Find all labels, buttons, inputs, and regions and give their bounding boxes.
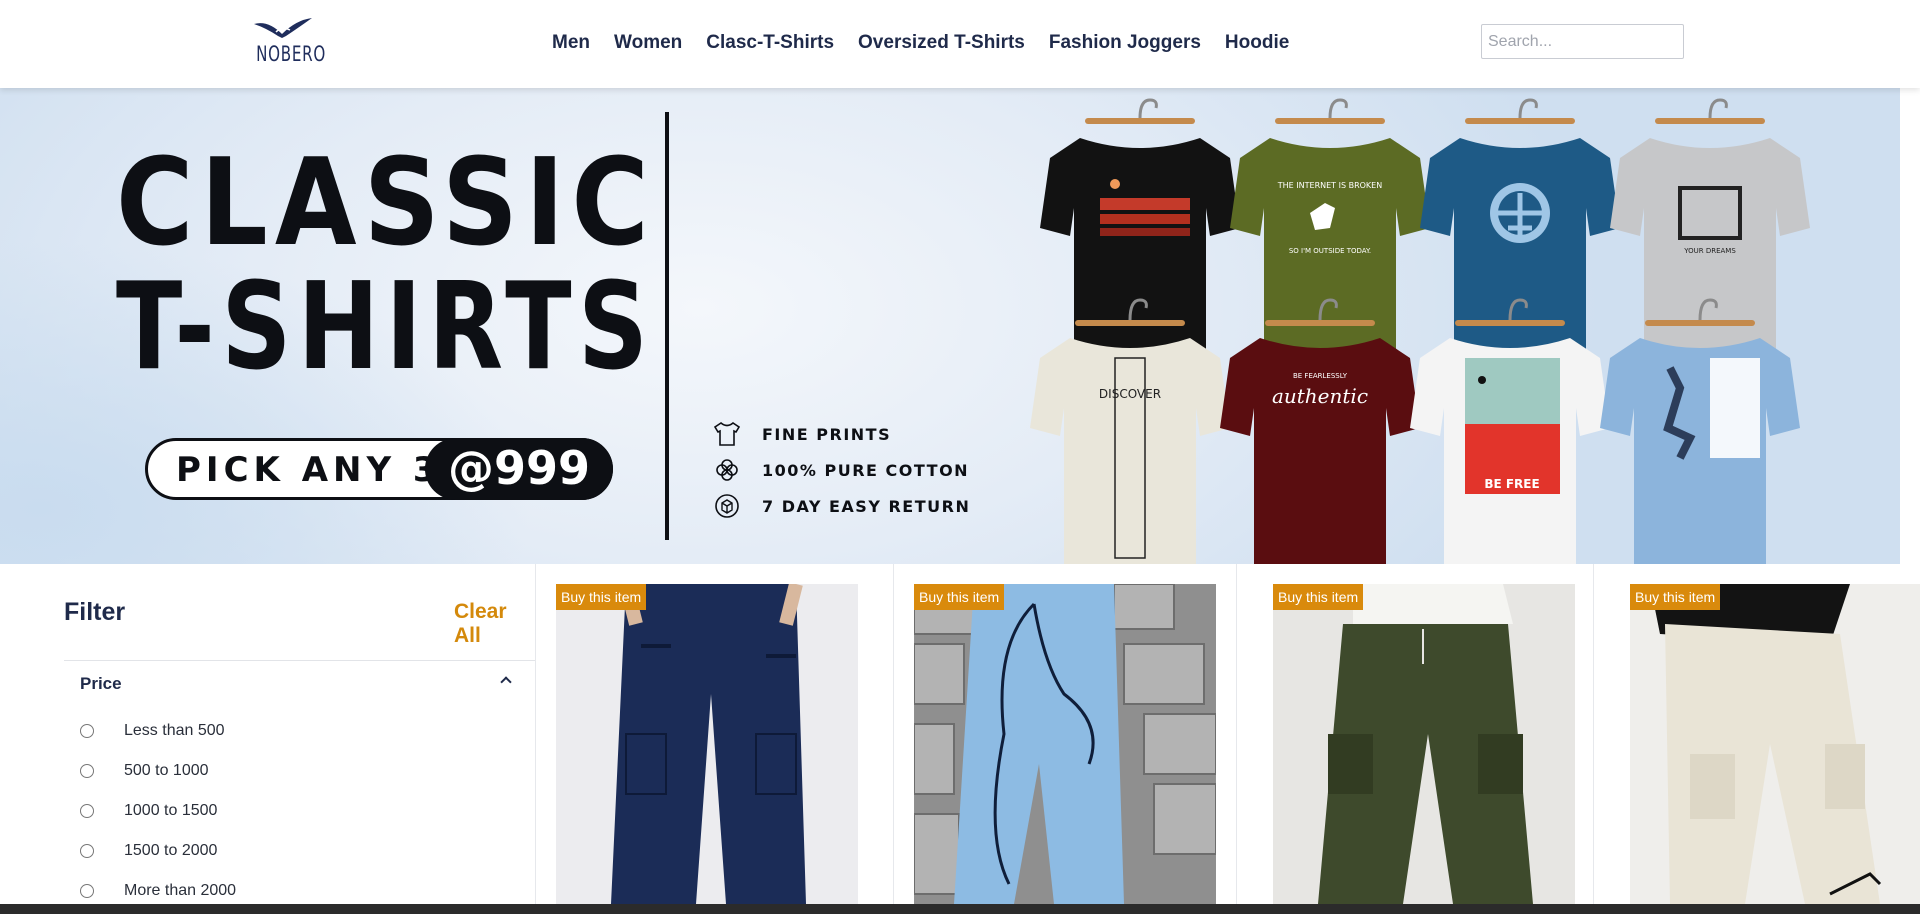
- feature-text: 7 DAY EASY RETURN: [762, 496, 971, 516]
- nav-women[interactable]: Women: [614, 32, 682, 54]
- product-card-cream-cargo-joggers[interactable]: Buy this item: [1630, 584, 1920, 904]
- buy-item-badge[interactable]: Buy this item: [1630, 584, 1721, 610]
- option-label: 1000 to 1500: [124, 802, 218, 819]
- nav-hoodie[interactable]: Hoodie: [1225, 32, 1289, 54]
- feature-easy-return: 7 DAY EASY RETURN: [712, 493, 970, 519]
- tshirt-icon: [713, 422, 741, 446]
- os-taskbar: [0, 904, 1920, 914]
- shirt-cream: DISCOVER: [1030, 338, 1230, 564]
- buy-item-badge[interactable]: Buy this item: [556, 584, 647, 610]
- buy-item-badge[interactable]: Buy this item: [1273, 584, 1364, 610]
- filter-title: Filter: [64, 598, 126, 626]
- tshirts-display-image: THE INTERNET IS BROKEN SO I'M OUTSIDE TO…: [1030, 98, 1810, 564]
- shirt-light-blue: [1600, 338, 1800, 564]
- option-label: 1500 to 2000: [124, 842, 218, 859]
- product-card-light-blue-joggers[interactable]: Buy this item: [914, 584, 1216, 904]
- svg-text:THE INTERNET IS BROKEN: THE INTERNET IS BROKEN: [1277, 181, 1382, 190]
- feature-pure-cotton: 100% PURE COTTON: [712, 457, 969, 483]
- chevron-up-icon[interactable]: [500, 676, 512, 688]
- banner-divider: [665, 112, 669, 540]
- column-divider: [1236, 564, 1237, 904]
- search-input[interactable]: [1481, 24, 1684, 59]
- price-filter-heading[interactable]: Price: [80, 674, 122, 694]
- buy-item-badge[interactable]: Buy this item: [914, 584, 1005, 610]
- bird-logo-icon: [254, 18, 312, 38]
- product-card-olive-cargo-joggers[interactable]: Buy this item: [1273, 584, 1575, 904]
- shirt-olive: THE INTERNET IS BROKEN SO I'M OUTSIDE TO…: [1230, 138, 1430, 368]
- shirt-blue: [1420, 138, 1620, 368]
- radio-button[interactable]: [80, 884, 94, 898]
- product-image: [1630, 584, 1920, 904]
- shirt-black: [1040, 138, 1240, 368]
- banner-title-line1: CLASSIC: [116, 134, 656, 273]
- pick-any-3-offer: PICK ANY 3 @999: [145, 438, 613, 500]
- cotton-icon: [716, 459, 738, 481]
- site-header: NOBERO Men Women Clasc-T-Shirts Oversize…: [0, 0, 1920, 88]
- svg-text:YOUR DREAMS: YOUR DREAMS: [1683, 247, 1736, 255]
- nobero-logo[interactable]: NOBERO: [246, 16, 326, 68]
- svg-text:BE FREE: BE FREE: [1484, 477, 1539, 491]
- price-option-less-500[interactable]: Less than 500: [80, 722, 225, 740]
- price-option-more-2000[interactable]: More than 2000: [80, 882, 236, 900]
- option-label: 500 to 1000: [124, 762, 209, 779]
- nav-oversized-tshirts[interactable]: Oversized T-Shirts: [858, 32, 1025, 54]
- column-divider: [893, 564, 894, 904]
- pick-price: @999: [425, 438, 613, 500]
- main-nav: Men Women Clasc-T-Shirts Oversized T-Shi…: [552, 32, 1313, 54]
- feature-text: 100% PURE COTTON: [762, 460, 970, 480]
- radio-button[interactable]: [80, 724, 94, 738]
- nav-classic-tshirts[interactable]: Clasc-T-Shirts: [706, 32, 834, 54]
- shirt-white: BE FREE: [1410, 338, 1610, 564]
- nav-men[interactable]: Men: [552, 32, 590, 54]
- product-image: [914, 584, 1216, 904]
- column-divider: [1593, 564, 1594, 904]
- column-divider: [535, 564, 536, 904]
- shirt-grey: YOUR DREAMS: [1610, 138, 1810, 368]
- radio-button[interactable]: [80, 804, 94, 818]
- return-box-icon: [715, 494, 739, 518]
- svg-text:SO I'M OUTSIDE TODAY.: SO I'M OUTSIDE TODAY.: [1289, 247, 1371, 255]
- option-label: More than 2000: [124, 882, 237, 899]
- price-option-1000-1500[interactable]: 1000 to 1500: [80, 802, 217, 820]
- svg-text:DISCOVER: DISCOVER: [1099, 387, 1161, 401]
- product-card-navy-cargo-joggers[interactable]: Buy this item: [556, 584, 858, 904]
- radio-button[interactable]: [80, 764, 94, 778]
- product-image: [556, 584, 858, 904]
- feature-text: FINE PRINTS: [762, 424, 892, 444]
- radio-button[interactable]: [80, 844, 94, 858]
- svg-text:authentic: authentic: [1272, 384, 1368, 408]
- product-image: [1273, 584, 1575, 904]
- logo-wordmark: NOBERO: [256, 42, 326, 66]
- option-label: Less than 500: [124, 722, 225, 739]
- svg-text:BE FEARLESSLY: BE FEARLESSLY: [1293, 372, 1348, 380]
- divider: [64, 660, 536, 661]
- banner-title-line2: T-SHIRTS: [116, 258, 655, 397]
- nav-fashion-joggers[interactable]: Fashion Joggers: [1049, 32, 1201, 54]
- hero-banner[interactable]: CLASSIC T-SHIRTS PICK ANY 3 @999 FINE PR…: [0, 88, 1900, 564]
- price-option-1500-2000[interactable]: 1500 to 2000: [80, 842, 217, 860]
- price-option-500-1000[interactable]: 500 to 1000: [80, 762, 209, 780]
- pick-text: PICK ANY 3: [176, 450, 442, 490]
- feature-fine-prints: FINE PRINTS: [712, 421, 891, 447]
- shirt-maroon: BE FEARLESSLY authentic: [1220, 338, 1420, 564]
- clear-all-button[interactable]: Clear All: [454, 600, 536, 648]
